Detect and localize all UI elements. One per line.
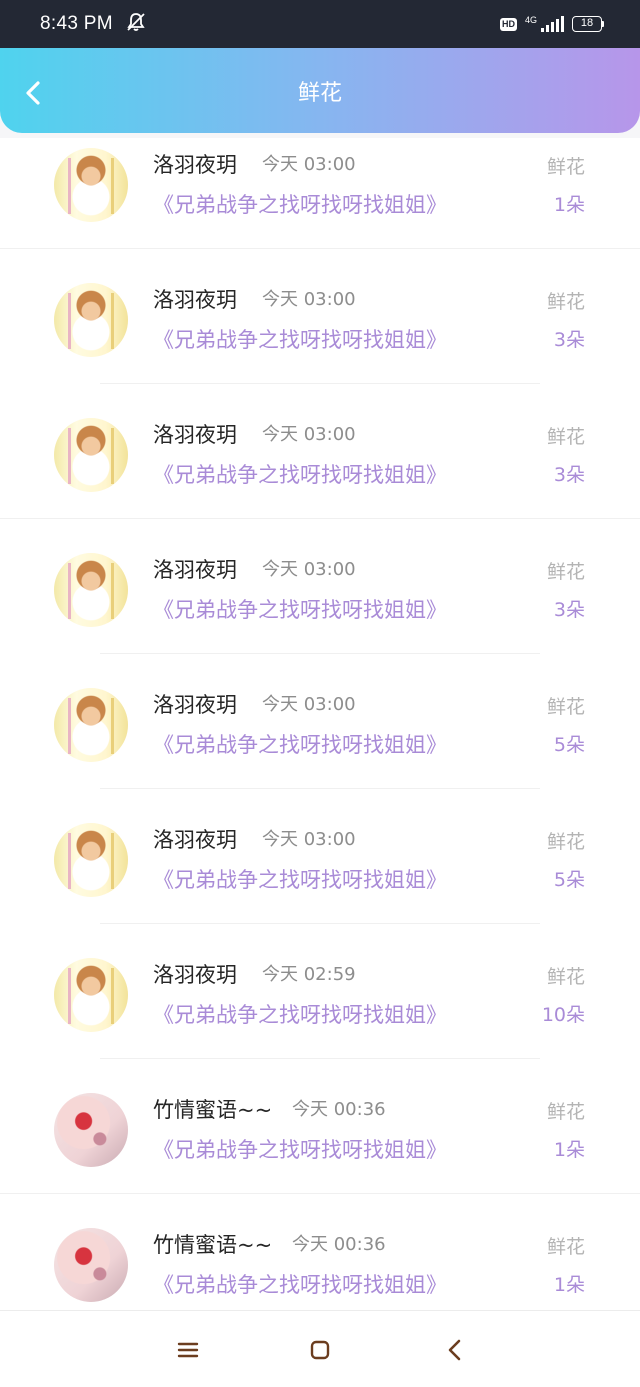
- book-title-link[interactable]: 《兄弟战争之找呀找呀找姐姐》: [153, 324, 447, 354]
- gift-count: 3朵: [553, 329, 585, 351]
- status-time: 8:43 PM: [40, 13, 113, 34]
- timestamp: 今天 03:00: [262, 154, 356, 175]
- gift-type-label: 鲜花: [546, 1236, 585, 1258]
- avatar[interactable]: [54, 418, 128, 492]
- gift-type-label: 鲜花: [546, 966, 585, 988]
- username[interactable]: 洛羽夜玥: [153, 284, 237, 314]
- avatar[interactable]: [54, 1093, 128, 1167]
- home-icon[interactable]: [308, 1338, 332, 1362]
- system-nav-bar: [0, 1310, 640, 1387]
- flower-gift-list[interactable]: 洛羽夜玥 今天 03:00 《兄弟战争之找呀找呀找姐姐》 鲜花 1朵 洛羽夜玥 今天 03:…: [0, 133, 640, 1310]
- timestamp: 今天 03:00: [262, 424, 356, 445]
- timestamp: 今天 00:36: [292, 1099, 386, 1120]
- network-type-label: 4G: [524, 15, 537, 25]
- timestamp: 今天 03:00: [262, 694, 356, 715]
- signal-icon: 4G: [525, 16, 564, 32]
- status-right: HD 4G 18: [499, 16, 604, 32]
- book-title-link[interactable]: 《兄弟战争之找呀找呀找姐姐》: [153, 1269, 447, 1299]
- back-button[interactable]: [18, 78, 48, 108]
- username[interactable]: 竹情蜜语~~: [153, 1229, 272, 1259]
- avatar[interactable]: [54, 958, 128, 1032]
- battery-level: 18: [572, 16, 602, 32]
- avatar[interactable]: [54, 688, 128, 762]
- avatar[interactable]: [54, 1228, 128, 1302]
- list-item[interactable]: 洛羽夜玥 今天 02:59 《兄弟战争之找呀找呀找姐姐》 鲜花 10朵: [0, 924, 640, 1059]
- gift-type-label: 鲜花: [546, 291, 585, 313]
- hd-icon: HD: [499, 17, 517, 31]
- gift-count: 5朵: [553, 869, 585, 891]
- back-icon[interactable]: [443, 1338, 467, 1362]
- page-title: 鲜花: [297, 81, 342, 106]
- book-title-link[interactable]: 《兄弟战争之找呀找呀找姐姐》: [153, 1134, 447, 1164]
- mute-bell-icon: [125, 11, 147, 37]
- list-item[interactable]: 洛羽夜玥 今天 03:00 《兄弟战争之找呀找呀找姐姐》 鲜花 5朵: [0, 789, 640, 924]
- gift-count: 10朵: [541, 1004, 585, 1026]
- avatar[interactable]: [54, 823, 128, 897]
- timestamp: 今天 00:36: [292, 1234, 386, 1255]
- book-title-link[interactable]: 《兄弟战争之找呀找呀找姐姐》: [153, 729, 447, 759]
- gift-type-label: 鲜花: [546, 696, 585, 718]
- book-title-link[interactable]: 《兄弟战争之找呀找呀找姐姐》: [153, 594, 447, 624]
- flower-gift-list-inner: 洛羽夜玥 今天 03:00 《兄弟战争之找呀找呀找姐姐》 鲜花 1朵 洛羽夜玥 今天 03:…: [0, 133, 640, 1310]
- gift-type-label: 鲜花: [546, 1101, 585, 1123]
- list-item[interactable]: 洛羽夜玥 今天 03:00 《兄弟战争之找呀找呀找姐姐》 鲜花 1朵: [0, 133, 640, 249]
- chevron-left-icon: [26, 81, 40, 105]
- username[interactable]: 洛羽夜玥: [153, 149, 237, 179]
- list-item[interactable]: 竹情蜜语~~ 今天 00:36 《兄弟战争之找呀找呀找姐姐》 鲜花 1朵: [0, 1194, 640, 1310]
- gift-type-label: 鲜花: [546, 426, 585, 448]
- book-title-link[interactable]: 《兄弟战争之找呀找呀找姐姐》: [153, 864, 447, 894]
- timestamp: 今天 03:00: [262, 829, 356, 850]
- gift-count: 3朵: [553, 599, 585, 621]
- gift-count: 1朵: [553, 1274, 585, 1296]
- timestamp: 今天 03:00: [262, 559, 356, 580]
- avatar[interactable]: [54, 148, 128, 222]
- gift-count: 5朵: [553, 734, 585, 756]
- menu-icon[interactable]: [176, 1338, 200, 1362]
- gift-type-label: 鲜花: [546, 561, 585, 583]
- book-title-link[interactable]: 《兄弟战争之找呀找呀找姐姐》: [153, 999, 447, 1029]
- timestamp: 今天 02:59: [262, 964, 356, 985]
- gift-type-label: 鲜花: [546, 156, 585, 178]
- list-item[interactable]: 洛羽夜玥 今天 03:00 《兄弟战争之找呀找呀找姐姐》 鲜花 3朵: [0, 519, 640, 654]
- book-title-link[interactable]: 《兄弟战争之找呀找呀找姐姐》: [153, 189, 447, 219]
- app-header: 鲜花: [0, 48, 640, 133]
- gift-type-label: 鲜花: [546, 831, 585, 853]
- username[interactable]: 洛羽夜玥: [153, 959, 237, 989]
- battery-icon: 18: [572, 16, 604, 32]
- app-screen: 8:43 PM HD 4G 18 鲜花 洛羽夜玥 今天 03:00 《兄弟战争之…: [0, 0, 640, 1387]
- username[interactable]: 洛羽夜玥: [153, 554, 237, 584]
- book-title-link[interactable]: 《兄弟战争之找呀找呀找姐姐》: [153, 459, 447, 489]
- username[interactable]: 洛羽夜玥: [153, 419, 237, 449]
- list-item[interactable]: 洛羽夜玥 今天 03:00 《兄弟战争之找呀找呀找姐姐》 鲜花 5朵: [0, 654, 640, 789]
- status-bar: 8:43 PM HD 4G 18: [0, 0, 640, 48]
- username[interactable]: 洛羽夜玥: [153, 824, 237, 854]
- gift-count: 1朵: [553, 194, 585, 216]
- username[interactable]: 竹情蜜语~~: [153, 1094, 272, 1124]
- username[interactable]: 洛羽夜玥: [153, 689, 237, 719]
- list-item[interactable]: 洛羽夜玥 今天 03:00 《兄弟战争之找呀找呀找姐姐》 鲜花 3朵: [0, 249, 640, 384]
- list-item[interactable]: 洛羽夜玥 今天 03:00 《兄弟战争之找呀找呀找姐姐》 鲜花 3朵: [0, 384, 640, 519]
- avatar[interactable]: [54, 283, 128, 357]
- status-left: 8:43 PM: [40, 11, 147, 37]
- timestamp: 今天 03:00: [262, 289, 356, 310]
- list-item[interactable]: 竹情蜜语~~ 今天 00:36 《兄弟战争之找呀找呀找姐姐》 鲜花 1朵: [0, 1059, 640, 1194]
- gift-count: 3朵: [553, 464, 585, 486]
- avatar[interactable]: [54, 553, 128, 627]
- gift-count: 1朵: [553, 1139, 585, 1161]
